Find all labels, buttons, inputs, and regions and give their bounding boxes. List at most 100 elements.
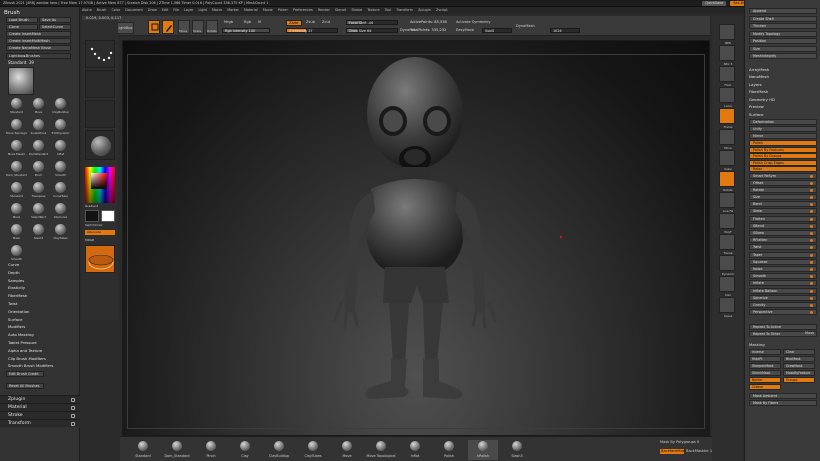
- menu-layer[interactable]: Layer: [184, 8, 193, 12]
- bottom-brush-item[interactable]: Standard: [128, 440, 158, 460]
- zsub-button[interactable]: Zsub: [306, 20, 315, 25]
- masking-clear-button[interactable]: Clear: [783, 349, 815, 356]
- bottom-brush-item[interactable]: Clay: [230, 440, 260, 460]
- shelf-move-button[interactable]: Move: [719, 129, 735, 150]
- dynamesh-resolution-slider[interactable]: 1024: [550, 28, 580, 33]
- texture-thumbnail[interactable]: [85, 100, 115, 128]
- shelf-spix-3-button[interactable]: SPix 3: [719, 45, 735, 66]
- mrgb-button[interactable]: Mrgb: [224, 20, 233, 25]
- deform-polish-by-features[interactable]: Polish By Features: [749, 146, 817, 153]
- activate-symmetry-button[interactable]: Activate Symmetry: [456, 20, 491, 25]
- quicksave-button[interactable]: QuickSave: [702, 1, 727, 6]
- brush-subpalette-auto-masking[interactable]: Auto Masking: [8, 332, 34, 337]
- rgb-button[interactable]: Rgb: [244, 20, 251, 25]
- tool-modify-topology[interactable]: Modify Topology: [749, 30, 817, 37]
- repeat-to-active-button[interactable]: Repeat To Active: [749, 324, 817, 331]
- menu-marker[interactable]: Marker: [227, 8, 239, 12]
- move-mode-button[interactable]: Move: [178, 20, 190, 34]
- bottom-brush-item[interactable]: ClayTubes: [298, 440, 328, 460]
- rgb-intensity-slider[interactable]: Rgb Intensity 100: [222, 28, 270, 33]
- brush-subpalette-clip-brush-modifiers[interactable]: Clip Brush Modifiers: [8, 356, 46, 361]
- backmask-int-slider[interactable]: BackMaskInt 1: [686, 449, 712, 454]
- brush-item[interactable]: ClipCurve: [50, 202, 71, 222]
- deform-slider-inflate[interactable]: Inflate: [749, 280, 817, 287]
- tool-subpalette-surface[interactable]: Surface: [749, 112, 763, 117]
- tool-position[interactable]: Position: [749, 38, 817, 44]
- brush-item[interactable]: DamStandard: [28, 139, 49, 159]
- dynamesh-button[interactable]: DynaMesh: [516, 24, 535, 29]
- brush-subpalette-depth[interactable]: Depth: [8, 270, 20, 275]
- zadd-button[interactable]: Zadd: [286, 20, 302, 26]
- bottom-brush-item[interactable]: Move Topological: [366, 440, 396, 460]
- brush-subpalette-surface[interactable]: Surface: [8, 317, 22, 322]
- create-insertmultimesh-button[interactable]: Create InsertMultiMesh: [6, 38, 71, 44]
- zplugin-section[interactable]: Zplugin: [0, 395, 80, 403]
- brush-item[interactable]: Move: [28, 97, 49, 117]
- alternate-button[interactable]: Alternate: [85, 230, 115, 235]
- menu-macro[interactable]: Macro: [212, 8, 222, 12]
- brush-item[interactable]: Move Topological: [6, 118, 27, 138]
- menu-document[interactable]: Document: [125, 8, 143, 12]
- deform-slider-perspective[interactable]: Perspective: [749, 309, 817, 316]
- brush-subpalette-elasticity[interactable]: Elasticity: [8, 285, 25, 290]
- easymove-button[interactable]: EasyMove: [456, 28, 474, 33]
- shelf-rotate-button[interactable]: Rotate: [719, 171, 735, 192]
- brush-item[interactable]: Smooth: [50, 160, 71, 180]
- tool-subpalette-nanomesh[interactable]: NanoMesh: [749, 74, 769, 79]
- deform-slider-smooth[interactable]: Smooth: [749, 273, 817, 280]
- stroke-thumbnail[interactable]: [85, 40, 115, 68]
- masking-border-button[interactable]: Border: [749, 377, 781, 384]
- brush-item[interactable]: SelectRect: [28, 202, 49, 222]
- switch-color-button[interactable]: SwitchColor: [85, 223, 103, 228]
- edit-brush-credit-button[interactable]: Edit Brush Credit: [6, 371, 44, 377]
- menu-color[interactable]: Color: [111, 8, 120, 12]
- bottom-brush-item[interactable]: Polish: [434, 440, 464, 460]
- deform-polish[interactable]: Polish: [749, 140, 817, 146]
- save-as-button[interactable]: Save As: [39, 17, 71, 23]
- bottom-brush-item[interactable]: Dam_Standard: [162, 440, 192, 460]
- focal-shift-slider[interactable]: Focal Shift -44: [346, 20, 398, 25]
- backface-mask-button[interactable]: BackfaceMask: [660, 449, 687, 454]
- masking-header[interactable]: Masking: [749, 342, 765, 347]
- menu-brush[interactable]: Brush: [97, 8, 107, 12]
- menu-light[interactable]: Light: [198, 8, 206, 12]
- mirror-button[interactable]: Mirror: [749, 133, 817, 139]
- tool-subpalette-arraymesh[interactable]: ArrayMesh: [749, 67, 769, 72]
- create-insertmesh-button[interactable]: Create InsertMesh: [6, 31, 71, 37]
- deformation-header[interactable]: Deformation: [749, 119, 817, 125]
- clone-button[interactable]: Clone: [6, 24, 38, 30]
- mask-button[interactable]: Mask: [805, 331, 814, 336]
- masking-inverse-button[interactable]: Inverse: [749, 349, 781, 356]
- deform-slider-sskew[interactable]: SSkew: [749, 230, 817, 236]
- m-button[interactable]: M: [258, 20, 261, 25]
- brush-item[interactable]: SnakeHook: [28, 118, 49, 138]
- alpha-thumbnail[interactable]: [85, 70, 115, 98]
- zcut-button[interactable]: Zcut: [322, 20, 330, 25]
- shelf-dynamic-button[interactable]: Dynamic: [719, 255, 735, 276]
- brush-item[interactable]: Inflat: [50, 139, 71, 159]
- deform-polish-crisp-edges[interactable]: Polish Crisp Edges: [749, 159, 817, 166]
- shelf-local-button[interactable]: Local: [719, 87, 735, 108]
- shelf-transp-button[interactable]: Transp: [719, 234, 735, 255]
- deform-slider-spherize[interactable]: Spherize: [749, 294, 817, 301]
- deform-slider-offset[interactable]: Offset: [749, 179, 817, 186]
- brush-subpalette-samples[interactable]: Samples: [8, 278, 24, 283]
- menu-stroke[interactable]: Stroke: [351, 8, 362, 12]
- tool-meshintegrity[interactable]: MeshIntegrity: [749, 53, 817, 59]
- secondary-color-swatch[interactable]: [85, 210, 99, 222]
- brush-subpalette-alpha-and-texture[interactable]: Alpha and Texture: [8, 348, 42, 353]
- brush-subpalette-curve[interactable]: Curve: [8, 262, 19, 267]
- draw-mode-button[interactable]: [162, 20, 174, 34]
- masking-shrinkmask-button[interactable]: ShrinkMask: [749, 370, 781, 377]
- shelf-bpr-button[interactable]: BPR: [719, 24, 735, 45]
- unify-button[interactable]: Unify: [749, 126, 817, 132]
- shelf-scale-button[interactable]: Scale: [719, 150, 735, 171]
- z-intensity-slider[interactable]: Z Intensity 37: [286, 28, 338, 33]
- gradient-label[interactable]: Gradient: [85, 204, 98, 209]
- lightbox-brushes-button[interactable]: Lightbox▸Brushes: [6, 53, 71, 59]
- tool-append[interactable]: Append: [749, 8, 817, 14]
- brush-item[interactable]: Dam_Standard: [6, 160, 27, 180]
- brush-subpalette-smooth-brush-modifiers[interactable]: Smooth Brush Modifiers: [8, 363, 53, 368]
- deform-slider-squeeze[interactable]: Squeeze: [749, 258, 817, 265]
- brush-item[interactable]: CurveTube: [50, 181, 71, 201]
